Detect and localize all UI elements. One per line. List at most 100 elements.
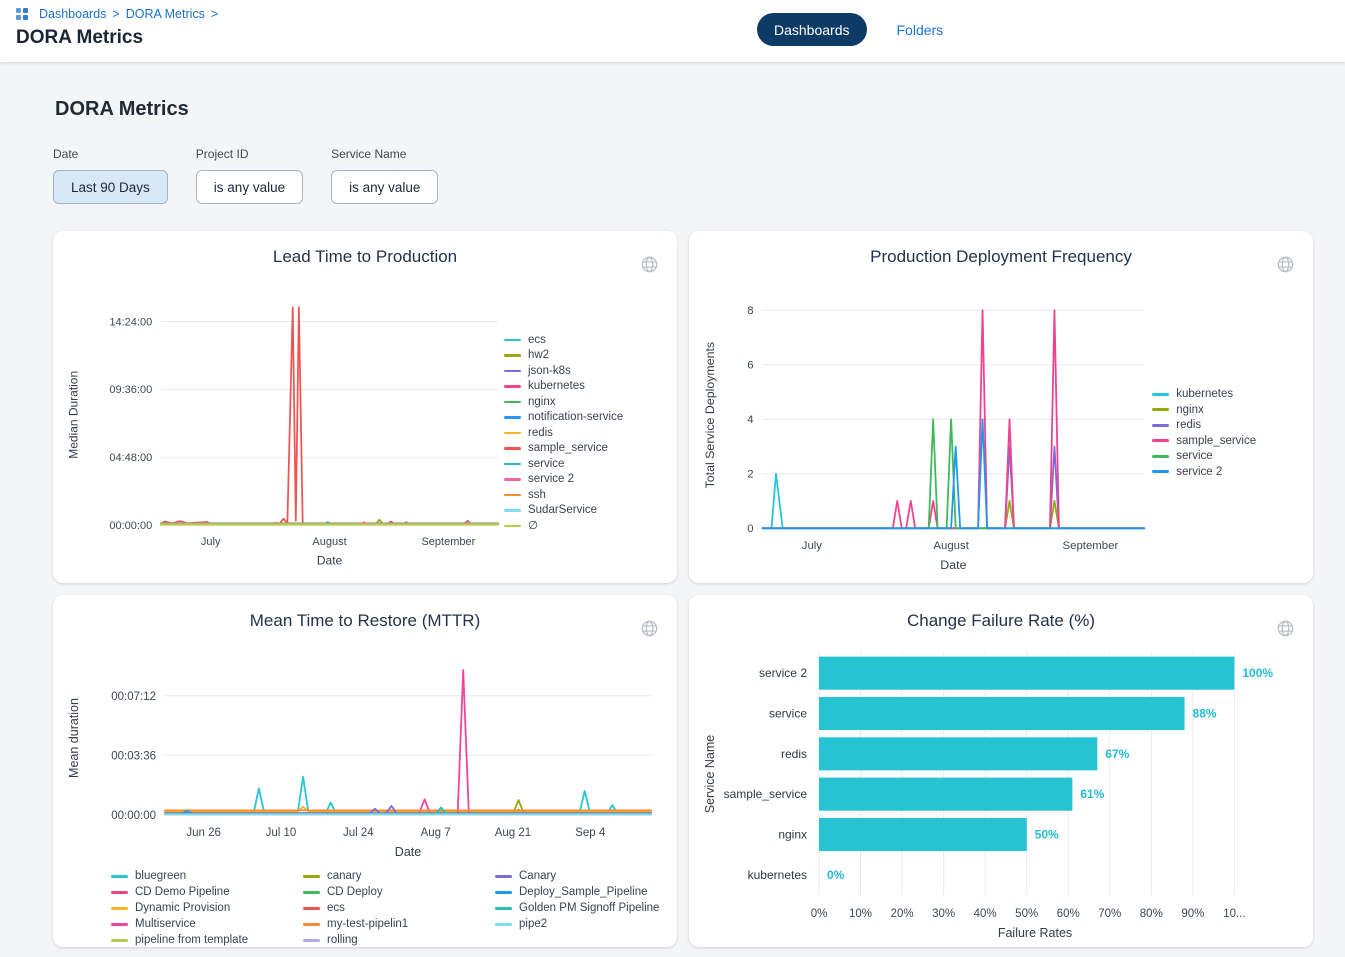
- legend-item[interactable]: ssh: [504, 489, 665, 502]
- legend-item[interactable]: SudarService: [504, 504, 665, 517]
- legend-label: ecs: [528, 334, 546, 347]
- legend-item[interactable]: pipeline from template: [111, 934, 303, 947]
- svg-text:Median Duration: Median Duration: [66, 371, 80, 459]
- svg-text:0%: 0%: [811, 908, 828, 920]
- legend-item[interactable]: redis: [1152, 419, 1301, 432]
- legend-label: Dynamic Provision: [135, 902, 230, 915]
- svg-text:Jun 26: Jun 26: [186, 827, 221, 839]
- svg-text:4: 4: [747, 414, 753, 426]
- filter-bar: Date Last 90 Days Project ID is any valu…: [53, 147, 1345, 204]
- legend-swatch: [1152, 470, 1169, 473]
- dashboard-heading: DORA Metrics: [55, 98, 1345, 121]
- legend-label: hw2: [528, 349, 549, 362]
- globe-icon[interactable]: [640, 255, 659, 279]
- breadcrumb-separator: >: [211, 7, 218, 21]
- filter-service-name-button[interactable]: is any value: [331, 170, 438, 204]
- legend-item[interactable]: canary: [303, 870, 495, 883]
- lead-time-legend: ecs hw2 json-k8s kubernetes nginx notificatio…: [504, 334, 665, 533]
- legend-column: Canary Deploy_Sample_Pipeline Golden PM Si…: [495, 870, 659, 947]
- legend-item[interactable]: CD Demo Pipeline: [111, 886, 303, 899]
- legend-item[interactable]: kubernetes: [1152, 388, 1301, 401]
- legend-swatch: [111, 907, 128, 910]
- svg-text:61%: 61%: [1080, 787, 1104, 801]
- legend-item[interactable]: ecs: [504, 334, 665, 347]
- legend-item[interactable]: rolling: [303, 934, 495, 947]
- svg-text:14:24:00: 14:24:00: [109, 316, 152, 328]
- tab-folders[interactable]: Folders: [897, 22, 944, 38]
- filter-date-button[interactable]: Last 90 Days: [53, 170, 168, 204]
- legend-item[interactable]: hw2: [504, 349, 665, 362]
- legend-item[interactable]: Dynamic Provision: [111, 902, 303, 915]
- legend-label: nginx: [1176, 404, 1204, 417]
- breadcrumb-link-dora-metrics[interactable]: DORA Metrics: [126, 7, 205, 21]
- globe-icon[interactable]: [640, 619, 659, 643]
- page-title: DORA Metrics: [16, 27, 143, 49]
- svg-text:00:00:00: 00:00:00: [111, 810, 156, 822]
- legend-item[interactable]: Deploy_Sample_Pipeline: [495, 886, 659, 899]
- legend-item[interactable]: Multiservice: [111, 918, 303, 931]
- breadcrumb-separator: >: [112, 7, 119, 21]
- mttr-legend: bluegreen CD Demo Pipeline Dynamic Provisi…: [65, 870, 665, 947]
- tab-dashboards[interactable]: Dashboards: [757, 13, 867, 46]
- legend-label: rolling: [327, 934, 358, 947]
- legend-item[interactable]: Golden PM Signoff Pipeline: [495, 902, 659, 915]
- svg-text:Sep 4: Sep 4: [575, 827, 606, 839]
- legend-label: CD Deploy: [327, 886, 383, 899]
- legend-label: pipeline from template: [135, 934, 248, 947]
- legend-swatch: [504, 354, 521, 357]
- legend-label: sample_service: [1176, 435, 1256, 448]
- legend-item[interactable]: service: [1152, 450, 1301, 463]
- legend-item[interactable]: notification-service: [504, 411, 665, 424]
- legend-item[interactable]: json-k8s: [504, 365, 665, 378]
- legend-item[interactable]: pipe2: [495, 918, 659, 931]
- legend-label: Golden PM Signoff Pipeline: [519, 902, 659, 915]
- svg-text:09:36:00: 09:36:00: [109, 384, 152, 396]
- legend-swatch: [504, 401, 521, 404]
- legend-swatch: [504, 385, 521, 388]
- legend-item[interactable]: ∅: [504, 520, 665, 533]
- globe-icon[interactable]: [1276, 619, 1295, 643]
- legend-item[interactable]: sample_service: [1152, 435, 1301, 448]
- legend-item[interactable]: CD Deploy: [303, 886, 495, 899]
- svg-text:2: 2: [747, 469, 753, 481]
- svg-text:Jul 24: Jul 24: [343, 827, 374, 839]
- legend-item[interactable]: bluegreen: [111, 870, 303, 883]
- legend-item[interactable]: ecs: [303, 902, 495, 915]
- svg-text:50%: 50%: [1015, 908, 1038, 920]
- legend-label: redis: [1176, 419, 1201, 432]
- svg-text:August: August: [933, 540, 969, 552]
- legend-swatch: [303, 907, 320, 910]
- breadcrumb-link-dashboards[interactable]: Dashboards: [39, 7, 106, 21]
- filter-project-id-button[interactable]: is any value: [196, 170, 303, 204]
- legend-item[interactable]: redis: [504, 427, 665, 440]
- legend-swatch: [504, 370, 521, 373]
- legend-item[interactable]: service 2: [1152, 466, 1301, 479]
- svg-text:10...: 10...: [1223, 908, 1245, 920]
- legend-item[interactable]: nginx: [504, 396, 665, 409]
- chart-title-mttr: Mean Time to Restore (MTTR): [65, 611, 665, 631]
- legend-item[interactable]: service 2: [504, 473, 665, 486]
- legend-swatch: [504, 509, 521, 512]
- lead-time-chart: 00:00:0004:48:0009:36:0014:24:00JulyAugu…: [65, 285, 504, 581]
- svg-text:88%: 88%: [1193, 707, 1217, 721]
- legend-item[interactable]: sample_service: [504, 442, 665, 455]
- legend-label: json-k8s: [528, 365, 571, 378]
- svg-text:Date: Date: [395, 845, 421, 859]
- svg-text:0: 0: [747, 523, 753, 535]
- legend-swatch: [111, 875, 128, 878]
- legend-label: canary: [327, 870, 362, 883]
- legend-item[interactable]: my-test-pipelin1: [303, 918, 495, 931]
- card-deploy-freq: Production Deployment Frequency 02468Jul…: [689, 231, 1313, 583]
- legend-label: ∅: [528, 520, 538, 533]
- legend-label: CD Demo Pipeline: [135, 886, 230, 899]
- svg-text:Service Name: Service Name: [703, 735, 717, 814]
- legend-item[interactable]: Canary: [495, 870, 659, 883]
- legend-item[interactable]: service: [504, 458, 665, 471]
- legend-item[interactable]: kubernetes: [504, 380, 665, 393]
- globe-icon[interactable]: [1276, 255, 1295, 279]
- legend-swatch: [303, 939, 320, 942]
- chart-title-lead-time: Lead Time to Production: [65, 247, 665, 267]
- card-head: Change Failure Rate (%): [701, 611, 1301, 649]
- legend-label: ssh: [528, 489, 546, 502]
- legend-item[interactable]: nginx: [1152, 404, 1301, 417]
